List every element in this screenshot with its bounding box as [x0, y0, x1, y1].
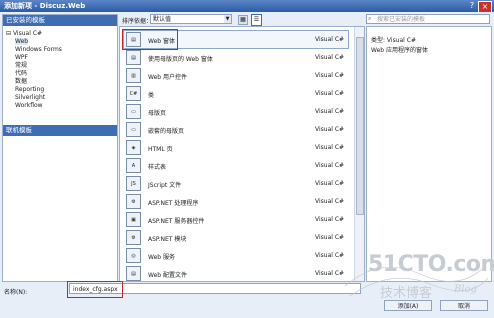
- annotation-name-box: [67, 281, 123, 298]
- server-control-icon: ▣: [126, 212, 141, 227]
- stylesheet-icon: A: [126, 158, 141, 173]
- web-config-icon: ▤: [126, 266, 141, 281]
- jscript-file-icon: JS: [126, 176, 141, 191]
- details-type: 类型: Visual C#: [371, 37, 416, 44]
- tree-item-visual-csharp[interactable]: ⊟ Visual C#: [6, 30, 42, 38]
- sort-label: 排序依据：: [122, 18, 153, 25]
- tree-item-wpf[interactable]: WPF: [15, 54, 28, 62]
- watermark-blog: Blog: [454, 284, 477, 295]
- nested-master-page-icon: ▭: [126, 122, 141, 137]
- search-input[interactable]: 搜索已安装的模板: [366, 14, 490, 24]
- class-icon: C#: [126, 86, 141, 101]
- user-control-icon: ▥: [126, 68, 141, 83]
- medium-icons-view-icon[interactable]: ▦: [238, 15, 248, 25]
- details-view-icon[interactable]: ☰: [251, 14, 262, 26]
- tree-item-general[interactable]: 常规: [15, 62, 27, 70]
- tree-item-data[interactable]: 数据: [15, 78, 27, 86]
- list-scrollbar-thumb[interactable]: [356, 37, 364, 215]
- tree-item-workflow[interactable]: Workflow: [15, 102, 43, 110]
- template-list: ▤ Web 窗体 Visual C# ▤ 使用母版页的 Web 窗体 Visua…: [119, 26, 365, 282]
- tree-item-windows-forms[interactable]: Windows Forms: [15, 46, 62, 54]
- web-form-master-icon: ▤: [126, 50, 141, 65]
- installed-templates-header[interactable]: 已安装的模板: [3, 15, 117, 26]
- tree-item-reporting[interactable]: Reporting: [15, 86, 44, 94]
- watermark-tagline: 技术博客: [380, 286, 433, 301]
- title-bar: 添加新项 - Discuz.Web ? ×: [0, 0, 494, 13]
- tree-item-silverlight[interactable]: Silverlight: [15, 94, 45, 102]
- details-panel: 类型: Visual C# Web 应用程序的窗体: [366, 26, 492, 282]
- details-description: Web 应用程序的窗体: [371, 47, 428, 54]
- html-page-icon: ◈: [126, 140, 141, 155]
- tree-collapse-icon[interactable]: ⊟: [6, 30, 11, 37]
- list-item[interactable]: ▤ Web 配置文件 Visual C#: [120, 263, 354, 281]
- tree-item-code[interactable]: 代码: [15, 70, 27, 78]
- watermark-site: 51CTO.com: [368, 252, 494, 277]
- handler-icon: ⚙: [126, 194, 141, 209]
- help-button[interactable]: ?: [467, 1, 477, 11]
- web-service-icon: ◎: [126, 248, 141, 263]
- search-icon: ⌕: [368, 15, 372, 22]
- annotation-highlight-box: [122, 29, 178, 50]
- window-title: 添加新项 - Discuz.Web: [4, 2, 86, 10]
- chevron-down-icon[interactable]: ▼: [224, 15, 231, 23]
- sort-dropdown[interactable]: 默认值: [150, 14, 232, 24]
- tree-item-web[interactable]: Web: [15, 38, 29, 46]
- master-page-icon: ▭: [126, 104, 141, 119]
- online-templates-header[interactable]: 联机模板: [3, 125, 117, 136]
- template-category-panel: 已安装的模板 ⊟ Visual C# Web Windows Forms WPF…: [2, 14, 118, 282]
- name-label: 名称(N):: [4, 289, 28, 296]
- module-icon: ⚙: [126, 230, 141, 245]
- watermark-logo: 51CTO.com 技术博客 Blog: [340, 246, 494, 306]
